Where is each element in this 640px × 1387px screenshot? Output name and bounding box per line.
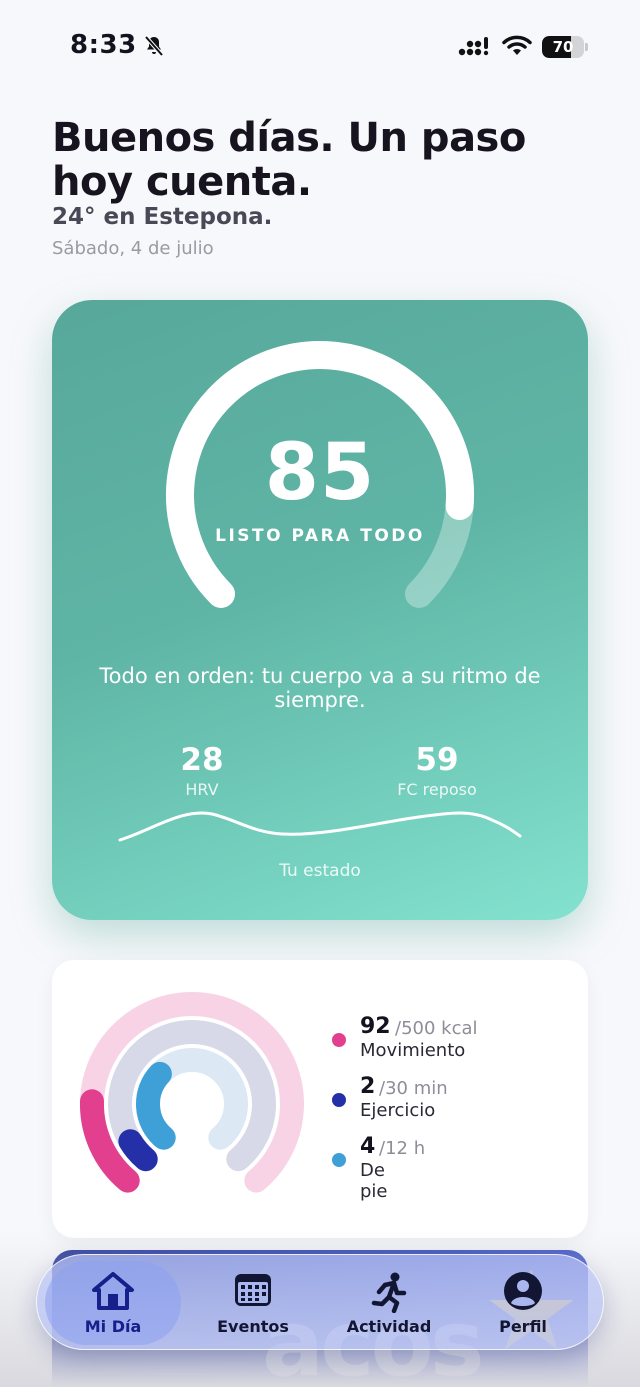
resting-hr-value: 59	[415, 742, 459, 778]
date-text: Sábado, 4 de julio	[52, 238, 214, 259]
battery-icon: 70	[542, 36, 588, 58]
tab-label: Eventos	[217, 1317, 289, 1336]
move-label: Movimiento	[360, 1040, 466, 1061]
status-bar: 8:33 70	[0, 0, 640, 96]
readiness-score: 85	[264, 428, 376, 518]
readiness-message: Todo en orden: tu cuerpo va a su ritmo d…	[99, 664, 541, 712]
tab-perfil[interactable]: Perfil	[455, 1255, 591, 1351]
tab-bar: Mi Día Eventos Actividad Perfil	[36, 1254, 604, 1350]
tab-actividad[interactable]: Actividad	[321, 1255, 457, 1351]
exercise-dot-icon	[332, 1093, 346, 1107]
status-time: 8:33	[70, 30, 137, 60]
move-goal: /500 kcal	[395, 1018, 478, 1039]
exercise-goal: /30 min	[379, 1078, 448, 1099]
stand-ring-progress	[136, 1061, 176, 1150]
home-icon	[92, 1272, 134, 1310]
exercise-label: Ejercicio	[360, 1100, 436, 1121]
weather-text: 24° en Estepona.	[52, 204, 273, 230]
bell-muted-icon	[144, 35, 164, 57]
calendar-icon	[235, 1274, 271, 1306]
tab-eventos[interactable]: Eventos	[185, 1255, 321, 1351]
tab-mi-dia[interactable]: Mi Día	[45, 1261, 181, 1345]
move-value: 92	[360, 1014, 391, 1039]
stand-value: 4	[360, 1134, 376, 1159]
readiness-card[interactable]: 85 LISTO PARA TODO Todo en orden: tu cue…	[52, 300, 588, 920]
exercise-ring-progress	[118, 1129, 158, 1172]
tab-label: Perfil	[499, 1317, 547, 1336]
stand-goal: /12 h	[379, 1138, 426, 1159]
tab-label: Actividad	[346, 1317, 432, 1336]
tab-label: Mi Día	[84, 1317, 142, 1336]
signal-icon	[458, 37, 489, 56]
move-dot-icon	[332, 1033, 346, 1047]
exercise-value: 2	[360, 1074, 376, 1099]
greeting-title: Buenos días. Un paso hoy cuenta.	[52, 115, 526, 205]
profile-icon	[504, 1272, 542, 1310]
activity-rings-card[interactable]: 92 /500 kcal Movimiento 2 /30 min Ejerci…	[52, 960, 588, 1238]
stand-dot-icon	[332, 1153, 346, 1167]
state-trend-label: Tu estado	[279, 861, 361, 881]
battery-level: 70	[552, 38, 574, 56]
wifi-icon	[502, 35, 532, 55]
activity-rings	[79, 992, 304, 1193]
stand-label: De pie	[360, 1160, 388, 1202]
running-icon	[371, 1272, 407, 1313]
state-trend-line	[118, 811, 522, 842]
hrv-value: 28	[180, 742, 224, 778]
readiness-label: LISTO PARA TODO	[215, 526, 425, 546]
